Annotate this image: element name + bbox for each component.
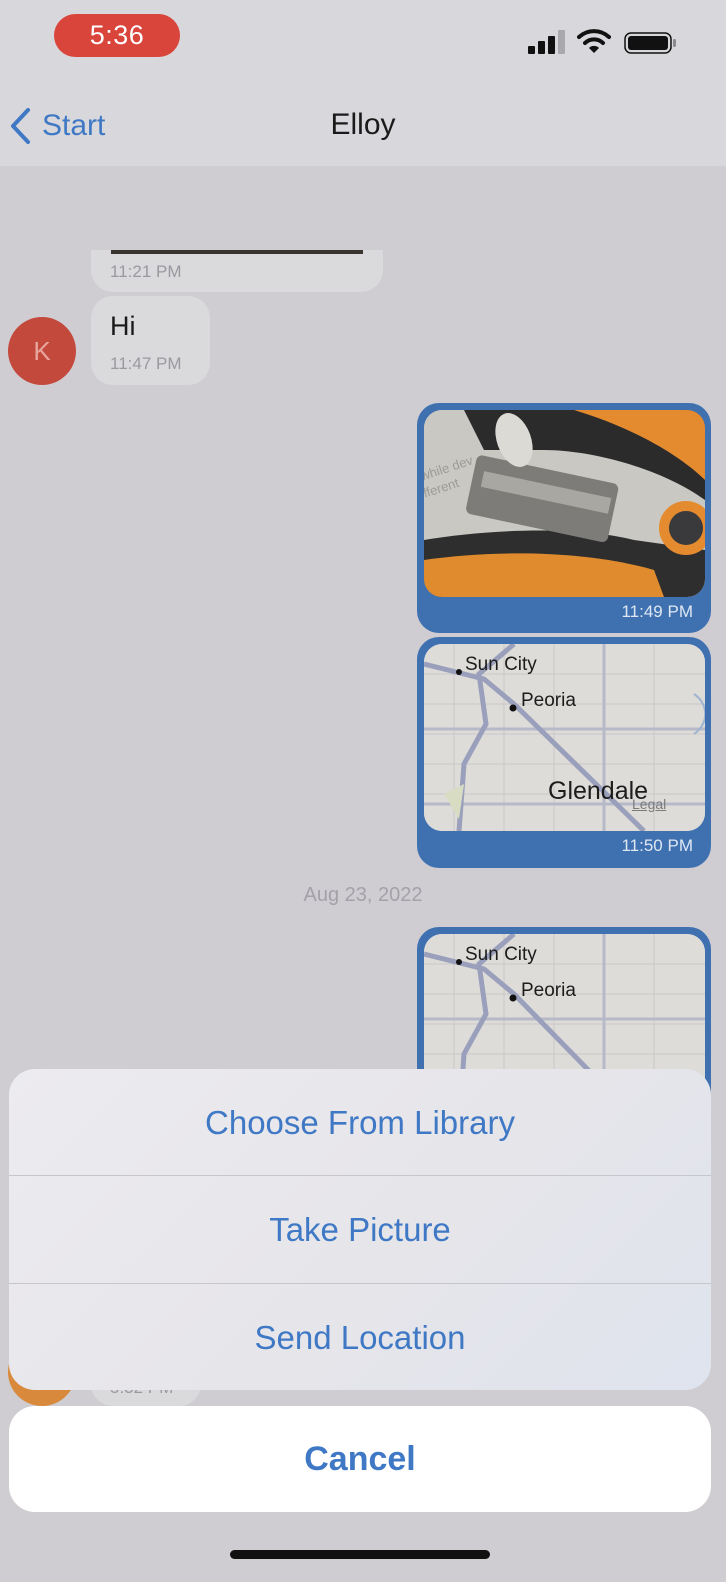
message-time: 11:21 PM (110, 262, 182, 281)
battery-icon (624, 32, 676, 54)
photo-image: while dev ifferent (424, 410, 705, 597)
outgoing-location-message[interactable]: Sun City Peoria Glendale Legal 11:50 PM (417, 637, 711, 868)
message-text: Hi (110, 311, 136, 341)
image-edge (111, 250, 363, 254)
attachment-action-sheet: Choose From Library Take Picture Send Lo… (9, 1069, 711, 1390)
incoming-text-message[interactable]: Hi 11:47 PM (91, 296, 210, 385)
map-label: Sun City (465, 944, 537, 965)
status-time: 5:36 (54, 14, 180, 57)
map-legal-link[interactable]: Legal (632, 796, 666, 812)
home-indicator[interactable] (230, 1550, 490, 1559)
cancel-button[interactable]: Cancel (9, 1406, 711, 1512)
conversation-title: Elloy (330, 108, 396, 141)
message-time: 11:50 PM (621, 836, 693, 855)
message-time: 11:49 PM (621, 602, 693, 621)
choose-from-library-button[interactable]: Choose From Library (9, 1069, 711, 1176)
map-label: Peoria (521, 980, 576, 1001)
bottom-area (0, 1512, 726, 1582)
incoming-image-message[interactable]: 11:21 PM (91, 250, 383, 292)
send-location-button[interactable]: Send Location (9, 1284, 711, 1390)
map-label: Sun City (465, 654, 537, 675)
signal-icon (528, 30, 566, 54)
message-time: 11:47 PM (110, 354, 182, 373)
navigation-bar: Start Elloy (0, 84, 726, 166)
stapler-photo[interactable]: while dev ifferent (424, 410, 705, 597)
take-picture-button[interactable]: Take Picture (9, 1176, 711, 1283)
outgoing-image-message[interactable]: while dev ifferent 11:49 PM (417, 403, 711, 633)
wifi-icon (577, 29, 611, 53)
map-label: Peoria (521, 690, 576, 711)
status-bar: 5:36 (0, 0, 726, 84)
avatar[interactable]: K (8, 317, 76, 385)
date-separator: Aug 23, 2022 (303, 884, 423, 906)
location-map[interactable]: Sun City Peoria Glendale Legal (424, 644, 705, 831)
